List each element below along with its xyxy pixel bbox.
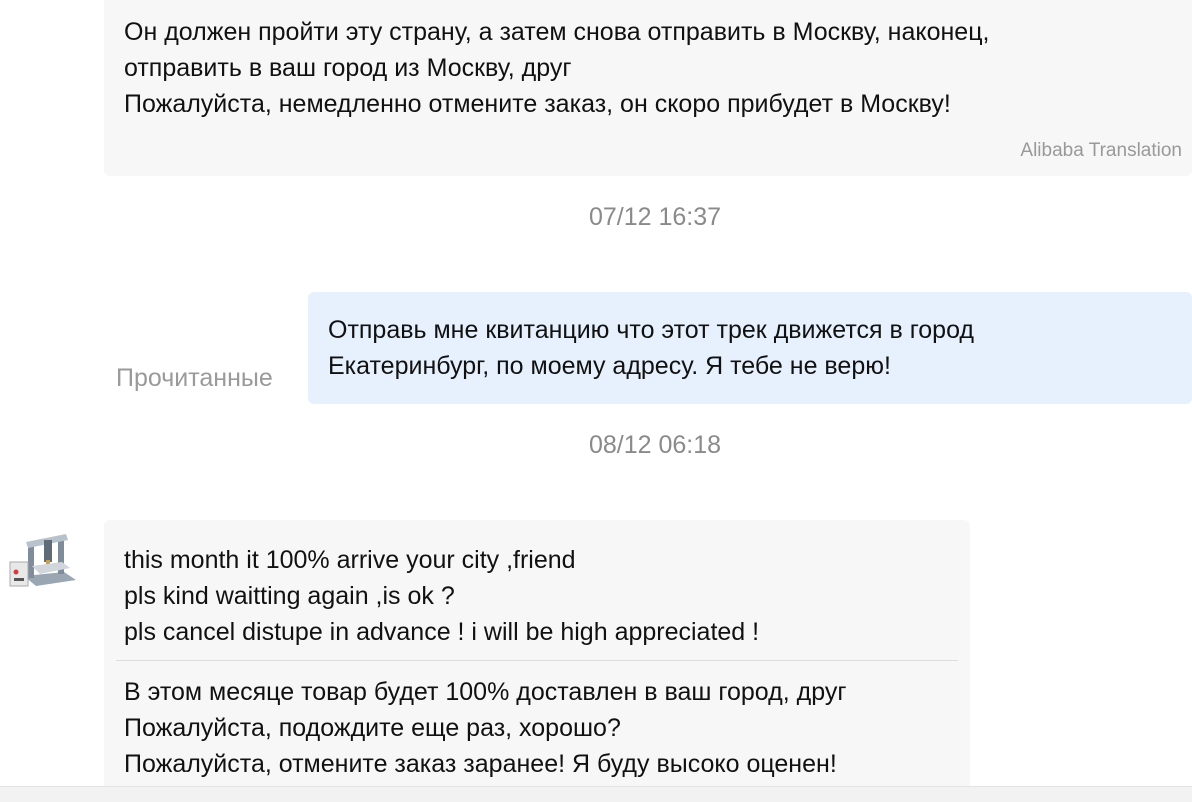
message-timestamp: 08/12 06:18	[588, 431, 722, 459]
message-text-line: В этом месяце товар будет 100% доставлен…	[124, 678, 847, 706]
message-text-line: Отправь мне квитанцию что этот трек движ…	[328, 316, 975, 344]
incoming-message-bubble: this month it 100% arrive your city ,fri…	[104, 520, 970, 802]
message-text-line: pls cancel distupe in advance ! i will b…	[124, 618, 760, 646]
message-text-line: Он должен пройти эту страну, а затем сно…	[124, 18, 990, 46]
message-text-line: Пожалуйста, немедленно отмените заказ, о…	[124, 90, 951, 118]
message-timestamp: 07/12 16:37	[588, 203, 722, 231]
translation-divider	[116, 660, 958, 661]
translation-credit: Alibaba Translation	[1020, 140, 1182, 161]
message-text-line: Екатеринбург, по моему адресу. Я тебе не…	[328, 352, 891, 380]
chat-input-area-edge[interactable]	[0, 786, 1192, 802]
cnc-machine-avatar-icon[interactable]	[6, 522, 84, 600]
translated-text-block: В этом месяце товар будет 100% доставлен…	[124, 674, 846, 782]
message-text-line: this month it 100% arrive your city ,fri…	[124, 546, 576, 574]
incoming-message-bubble: Он должен пройти эту страну, а затем сно…	[104, 0, 1192, 176]
message-text-line: Пожалуйста, подождите еще раз, хорошо?	[124, 714, 621, 742]
message-text-line: Пожалуйста, отмените заказ заранее! Я бу…	[124, 750, 837, 778]
message-text-line: pls kind waitting again ,is ok ?	[124, 582, 455, 610]
read-status-label: Прочитанные	[116, 364, 273, 392]
message-text-line: отправить в ваш город из Москву, друг	[124, 54, 572, 82]
chat-thread: Он должен пройти эту страну, а затем сно…	[0, 0, 1192, 802]
outgoing-message-bubble: Отправь мне квитанцию что этот трек движ…	[308, 292, 1192, 404]
